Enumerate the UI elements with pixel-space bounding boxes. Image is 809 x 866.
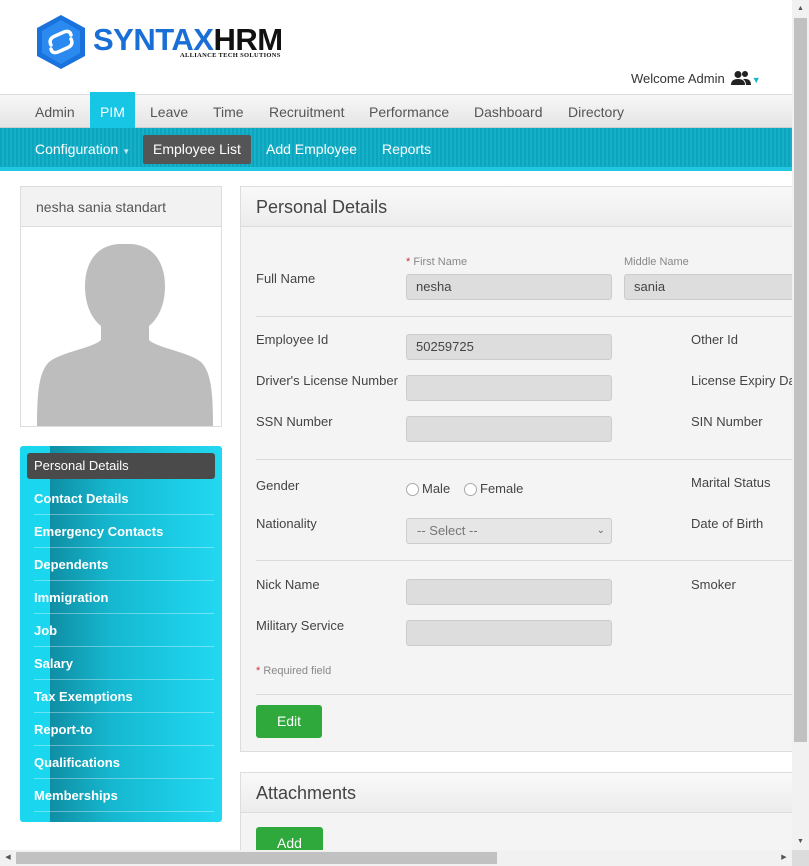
side-item-tax-exemptions[interactable]: Tax Exemptions [34,680,214,713]
vertical-scroll-thumb[interactable] [794,18,807,742]
nationality-select[interactable]: -- Select -- ⌄ [406,518,612,544]
middle-name-input[interactable]: sania [624,274,792,300]
employee-profile-card: nesha sania standart [20,186,222,427]
divider [256,560,792,561]
side-item-immigration[interactable]: Immigration [34,581,214,614]
gender-female-radio[interactable] [464,483,477,496]
dob-label: Date of Birth [691,516,764,531]
vertical-scrollbar[interactable]: ▲ ▼ [792,0,809,850]
gender-female-label: Female [480,481,524,496]
side-item-report-to[interactable]: Report-to [34,713,214,746]
ssn-label: SSN Number [256,414,333,429]
employee-name: nesha sania standart [21,187,221,227]
panel-title: Personal Details [241,187,792,227]
personal-details-panel: Personal Details Full Name * First Name … [240,186,792,752]
users-icon [730,71,751,85]
divider [256,316,792,317]
other-id-label: Other Id [691,332,738,347]
logo-tagline: ALLIANCE TECH SOLUTIONS [180,52,281,59]
nick-name-input[interactable] [406,579,612,605]
nav-item-pim[interactable]: PIM [90,92,135,132]
page-viewport: SYNTAXHRM ALLIANCE TECH SOLUTIONS Welcom… [0,0,792,850]
subnav-item-add-employee[interactable]: Add Employee [256,135,367,164]
nav-item-time[interactable]: Time [203,95,254,129]
horizontal-scrollbar[interactable]: ◀ ▶ [0,850,792,866]
scroll-down-icon[interactable]: ▼ [792,833,809,850]
side-item-personal-details[interactable]: Personal Details [27,453,215,479]
welcome-menu[interactable]: Welcome Admin ▼ [631,70,761,86]
required-field-note: * Required field [256,665,332,677]
employee-photo-placeholder[interactable] [21,228,221,426]
subnav-item-employee-list[interactable]: Employee List [143,135,251,164]
nav-item-performance[interactable]: Performance [359,95,459,129]
nav-item-directory[interactable]: Directory [558,95,634,129]
scrollbar-corner [792,850,809,866]
scroll-left-icon[interactable]: ◀ [0,850,16,866]
side-item-emergency-contacts[interactable]: Emergency Contacts [34,515,214,548]
full-name-label: Full Name [256,271,316,286]
nick-name-label: Nick Name [256,577,320,592]
attachments-panel: Attachments Add [240,772,792,850]
logo-hexagon-icon [37,15,85,69]
nav-item-dashboard[interactable]: Dashboard [464,95,553,129]
employee-side-menu: Personal Details Contact Details Emergen… [20,446,222,822]
caret-down-icon: ▼ [751,74,761,85]
subnav-item-reports[interactable]: Reports [372,135,441,164]
side-item-memberships[interactable]: Memberships [34,779,214,812]
brand-logo[interactable]: SYNTAXHRM ALLIANCE TECH SOLUTIONS [36,14,296,72]
drivers-license-label: Driver's License Number [256,373,398,388]
welcome-text: Welcome Admin [631,70,725,86]
side-item-dependents[interactable]: Dependents [34,548,214,581]
nav-item-admin[interactable]: Admin [25,95,85,129]
ssn-input[interactable] [406,416,612,442]
divider [256,694,792,695]
employee-id-label: Employee Id [256,332,329,347]
divider [256,459,792,460]
employee-id-input[interactable]: 50259725 [406,334,612,360]
first-name-input[interactable]: nesha [406,274,612,300]
caret-down-icon: ▼ [122,147,131,156]
side-item-job[interactable]: Job [34,614,214,647]
chevron-down-icon: ⌄ [596,525,605,536]
sin-label: SIN Number [691,414,763,429]
drivers-license-input[interactable] [406,375,612,401]
subnav-item-configuration[interactable]: Configuration ▼ [25,135,140,164]
side-item-qualifications[interactable]: Qualifications [34,746,214,779]
gender-male-radio[interactable] [406,483,419,496]
sub-nav: Configuration ▼ Employee List Add Employe… [0,128,792,171]
add-attachment-button[interactable]: Add [256,827,323,850]
scroll-right-icon[interactable]: ▶ [776,850,792,866]
main-nav: Admin PIM Leave Time Recruitment Perform… [0,92,792,132]
horizontal-scroll-thumb[interactable] [16,852,497,864]
middle-name-label: Middle Name [624,256,689,268]
license-expiry-label: License Expiry Date [691,373,792,388]
military-service-input[interactable] [406,620,612,646]
edit-button[interactable]: Edit [256,705,322,738]
side-item-contact-details[interactable]: Contact Details [34,482,214,515]
smoker-label: Smoker [691,577,736,592]
gender-male-label: Male [422,481,451,496]
scroll-up-icon[interactable]: ▲ [792,0,809,17]
side-item-salary[interactable]: Salary [34,647,214,680]
attachments-title: Attachments [241,773,792,813]
nav-item-recruitment[interactable]: Recruitment [259,95,354,129]
marital-status-label: Marital Status [691,475,771,490]
first-name-label: * First Name [406,256,468,268]
nav-item-leave[interactable]: Leave [140,95,198,129]
nationality-label: Nationality [256,516,317,531]
gender-label: Gender [256,478,300,493]
military-service-label: Military Service [256,618,345,633]
